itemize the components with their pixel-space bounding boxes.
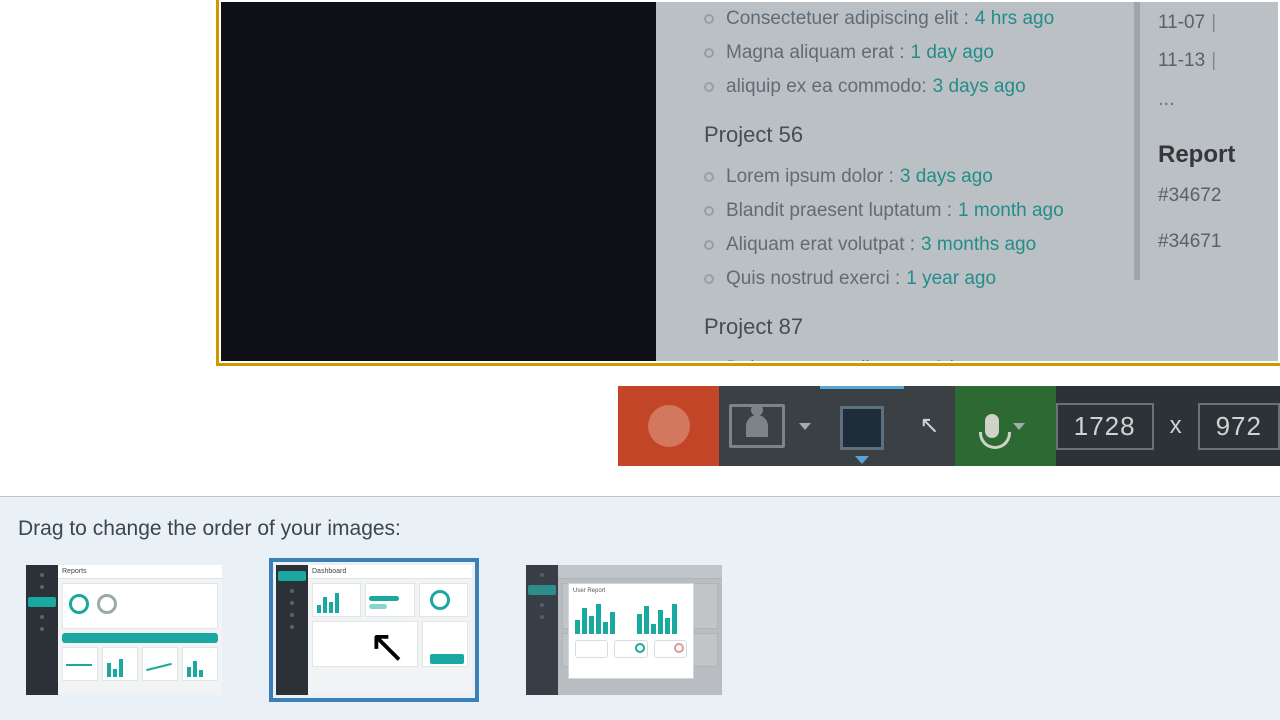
record-button[interactable] bbox=[618, 386, 719, 466]
region-select-button[interactable] bbox=[820, 386, 904, 466]
side-column: 11-07| 11-13| ... Report #34672 #34671 bbox=[1158, 2, 1262, 361]
activity-feed: Consectetuer adipiscing elit :4 hrs ago … bbox=[704, 2, 1134, 361]
thumb-title: Dashboard bbox=[308, 565, 472, 579]
recorder-toolbar: ↖ 1728 x 972 bbox=[618, 386, 1280, 466]
thumb-modal: User Report bbox=[568, 583, 694, 679]
activity-item: Lorem ipsum dolor :3 days ago bbox=[704, 160, 1134, 194]
height-input[interactable]: 972 bbox=[1198, 403, 1280, 450]
cursor-icon: ↖ bbox=[368, 623, 407, 669]
capture-region-outline: Consectetuer adipiscing elit :4 hrs ago … bbox=[216, 0, 1280, 366]
record-icon bbox=[648, 405, 690, 447]
capture-dimensions: 1728 x 972 bbox=[1056, 386, 1280, 466]
thumbnail-user-report[interactable]: User Report bbox=[526, 565, 722, 695]
cursor-toggle[interactable]: ↖ bbox=[904, 386, 955, 466]
thumbnail-reports[interactable]: Reports bbox=[26, 565, 222, 695]
side-more: ... bbox=[1158, 88, 1262, 111]
strip-instruction: Drag to change the order of your images: bbox=[18, 517, 1280, 541]
side-date: 11-13| bbox=[1158, 50, 1262, 72]
chevron-down-icon bbox=[1013, 423, 1025, 430]
microphone-toggle[interactable] bbox=[955, 386, 1056, 466]
captured-window-content: Consectetuer adipiscing elit :4 hrs ago … bbox=[656, 2, 1278, 361]
chevron-down-icon bbox=[799, 423, 811, 430]
report-id: #34672 bbox=[1158, 185, 1262, 207]
side-reports-heading: Report bbox=[1158, 141, 1262, 169]
project-heading: Project 56 bbox=[704, 122, 1134, 148]
scrollbar[interactable] bbox=[1134, 2, 1140, 280]
webcam-toggle[interactable] bbox=[719, 386, 820, 466]
thumb-title: User Report bbox=[573, 588, 689, 594]
cursor-icon: ↖ bbox=[919, 414, 939, 438]
activity-item: Aliquam erat volutpat :3 months ago bbox=[704, 228, 1134, 262]
region-icon bbox=[840, 406, 884, 450]
width-input[interactable]: 1728 bbox=[1056, 403, 1154, 450]
thumbnail-strip: Drag to change the order of your images:… bbox=[0, 496, 1280, 720]
thumbnail-dashboard[interactable]: Dashboard ↖ bbox=[276, 565, 472, 695]
activity-item: Quis nostrud exerci :1 year ago bbox=[704, 262, 1134, 296]
captured-window: Consectetuer adipiscing elit :4 hrs ago … bbox=[221, 2, 1278, 361]
activity-item: Consectetuer adipiscing elit :4 hrs ago bbox=[704, 2, 1134, 36]
report-id: #34671 bbox=[1158, 231, 1262, 253]
thumbnail-row: Reports Dashboard bbox=[26, 565, 1280, 695]
thumb-title: Reports bbox=[58, 565, 222, 579]
chevron-down-icon bbox=[855, 456, 869, 464]
project-heading: Project 87 bbox=[704, 314, 1134, 340]
activity-item: Dolore magna aliquam :2 hrs ago bbox=[704, 352, 1134, 361]
activity-item: Blandit praesent luptatum :1 month ago bbox=[704, 194, 1134, 228]
microphone-icon bbox=[985, 414, 999, 438]
captured-window-dark-panel bbox=[221, 2, 656, 361]
activity-item: aliquip ex ea commodo:3 days ago bbox=[704, 70, 1134, 104]
dimension-separator: x bbox=[1170, 412, 1182, 440]
webcam-icon bbox=[729, 404, 785, 448]
activity-item: Magna aliquam erat :1 day ago bbox=[704, 36, 1134, 70]
side-date: 11-07| bbox=[1158, 12, 1262, 34]
